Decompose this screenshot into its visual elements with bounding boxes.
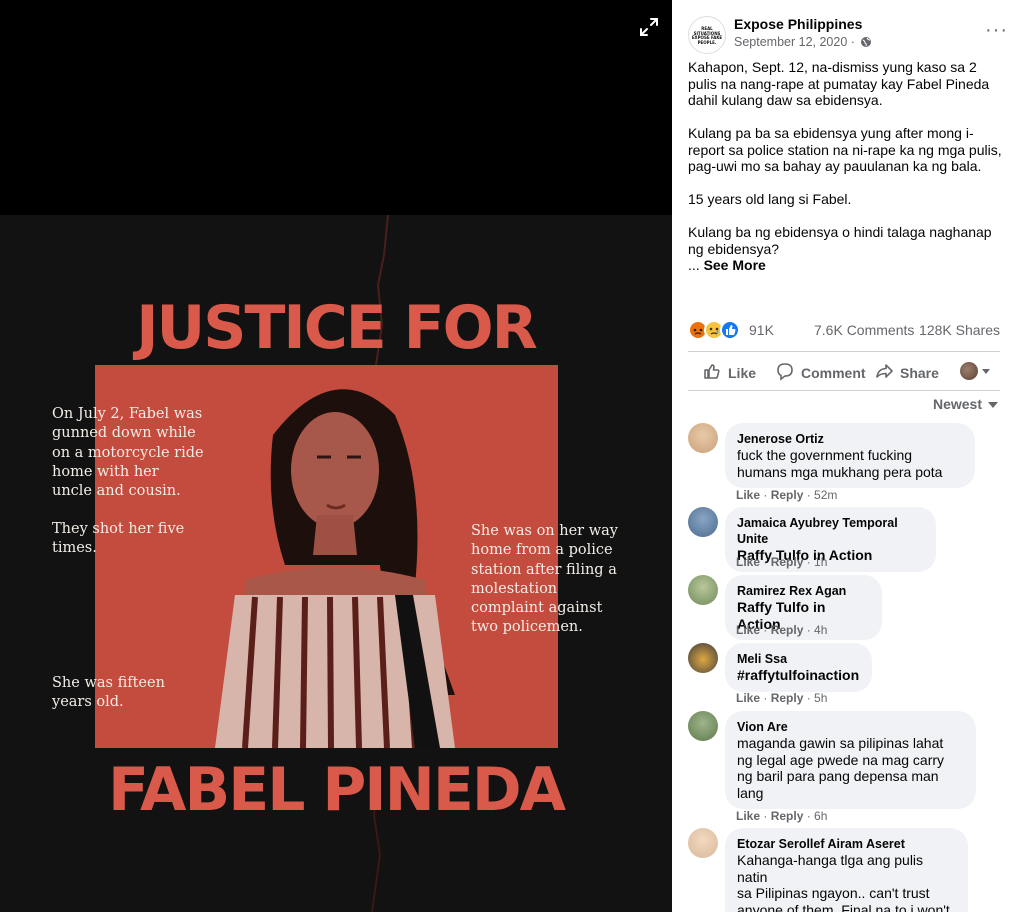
comment-like-link[interactable]: Like [736,623,760,637]
comment-sort-dropdown[interactable]: Newest [933,396,998,412]
commenter-avatar[interactable] [688,423,718,453]
comment-time[interactable]: 4h [814,623,827,637]
see-more-line: ... See More [688,257,1008,274]
post-paragraph: Kahapon, Sept. 12, na-dismiss yung kaso … [688,59,990,108]
caret-down-icon [982,362,990,380]
comment-bubble: Meli Ssa #raffytulfoinaction [725,643,872,692]
comment-like-link[interactable]: Like [736,488,760,502]
comment-label: Comment [801,364,866,381]
poster-title-bottom: FABEL PINEDA [107,755,566,825]
share-icon [874,361,894,384]
more-options-icon[interactable]: ··· [985,20,1008,40]
photo-viewer: JUSTICE FOR On July 2, Fabel was gunned … [0,0,672,912]
comment-text: maganda gawin sa pilipinas lahat ng lega… [737,735,945,801]
comment-text: Kahanga-hanga tlga ang pulis natin sa Pi… [737,852,950,912]
comment-button[interactable]: Comment [775,361,866,384]
page-avatar[interactable]: REAL SITUATIONS EXPOSE FAKE PEOPLE. [688,16,726,54]
comment-bubble: Jenerose Ortiz fuck the government fucki… [725,423,975,488]
commenter-name[interactable]: Ramirez Rex Agan [737,583,870,599]
commenter-avatar[interactable] [688,711,718,741]
page-avatar-text: REAL SITUATIONS EXPOSE FAKE PEOPLE. [691,26,723,45]
reactions-summary: 91K 7.6K Comments 128K Shares [688,319,1000,341]
commenter-name[interactable]: Vion Are [737,719,964,735]
comment-meta: Like · Reply · 52m [736,488,838,502]
commenter-name[interactable]: Jamaica Ayubrey Temporal Unite [737,515,924,547]
like-button[interactable]: Like [702,361,756,384]
post-panel: REAL SITUATIONS EXPOSE FAKE PEOPLE. Expo… [672,0,1024,912]
reaction-count[interactable]: 91K [749,322,774,338]
reaction-icons[interactable] [688,319,744,341]
like-label: Like [728,364,757,381]
post-paragraph: Kulang ba ng ebidensya o hindi talaga na… [688,224,992,257]
sort-label: Newest [932,396,982,412]
comment-bubble: Vion Are maganda gawin sa pilipinas laha… [725,711,976,809]
poster-caption-4: She was fifteen years old. [52,675,165,711]
comment-time[interactable]: 1h [814,555,827,569]
poster-caption-3: She was on her way home from a police st… [471,523,618,636]
comments-count[interactable]: 7.6K Comments [814,322,914,338]
comment-time[interactable]: 52m [814,488,837,502]
comment-like-link[interactable]: Like [736,555,760,569]
post-message: Kahapon, Sept. 12, na-dismiss yung kaso … [688,59,1008,274]
thumbs-up-icon [702,361,722,384]
commenter-name[interactable]: Jenerose Ortiz [737,431,963,447]
comment-meta: Like · Reply · 1h [736,555,828,569]
post-paragraph: Kulang pa ba sa ebidensya yung after mon… [688,125,1002,174]
poster-title-top: JUSTICE FOR [136,293,538,363]
comment-text: fuck the government fucking humans mga m… [737,447,943,480]
comment-reply-link[interactable]: Reply [771,623,804,637]
shares-count[interactable]: 128K Shares [919,322,1000,338]
post-photo[interactable]: JUSTICE FOR On July 2, Fabel was gunned … [0,215,672,912]
comment-as-selector[interactable] [960,362,990,380]
comment-text: #raffytulfoinaction [737,667,860,683]
see-more-link[interactable]: See More [704,257,766,273]
post-paragraph: 15 years old lang si Fabel. [688,191,852,207]
fullscreen-expand-icon[interactable] [638,16,660,38]
ellipsis: ... [688,257,704,273]
comment-time[interactable]: 6h [814,809,827,823]
commenter-name[interactable]: Etozar Serollef Airam Aseret [737,836,956,852]
comment-meta: Like · Reply · 5h [736,691,828,705]
poster-caption-1: On July 2, Fabel was gunned down while o… [52,406,204,500]
poster-caption-2: They shot her five times. [52,521,185,557]
comment-reply-link[interactable]: Reply [771,488,804,502]
comment-like-link[interactable]: Like [736,809,760,823]
post-action-bar: Like Comment Share [688,351,1000,391]
comment-time[interactable]: 5h [814,691,827,705]
post-header: REAL SITUATIONS EXPOSE FAKE PEOPLE. Expo… [688,14,1008,54]
commenter-avatar[interactable] [688,643,718,673]
comment-icon [775,361,795,384]
page-name[interactable]: Expose Philippines [734,16,862,32]
like-reaction-icon [720,320,740,340]
share-button[interactable]: Share [874,361,939,384]
comment-bubble: Etozar Serollef Airam Aseret Kahanga-han… [725,828,968,912]
comment-meta: Like · Reply · 4h [736,623,828,637]
comment-reply-link[interactable]: Reply [771,809,804,823]
current-user-avatar [960,362,978,380]
comment-reply-link[interactable]: Reply [771,555,804,569]
globe-icon [860,36,872,51]
commenter-avatar[interactable] [688,507,718,537]
post-timestamp[interactable]: September 12, 2020 · [734,35,872,51]
commenter-name[interactable]: Meli Ssa [737,651,860,667]
comment-reply-link[interactable]: Reply [771,691,804,705]
comment-like-link[interactable]: Like [736,691,760,705]
post-date-text: September 12, 2020 · [734,35,855,49]
commenter-avatar[interactable] [688,828,718,858]
comment-meta: Like · Reply · 6h [736,809,828,823]
commenter-avatar[interactable] [688,575,718,605]
caret-down-icon [988,396,998,412]
share-label: Share [900,364,939,381]
